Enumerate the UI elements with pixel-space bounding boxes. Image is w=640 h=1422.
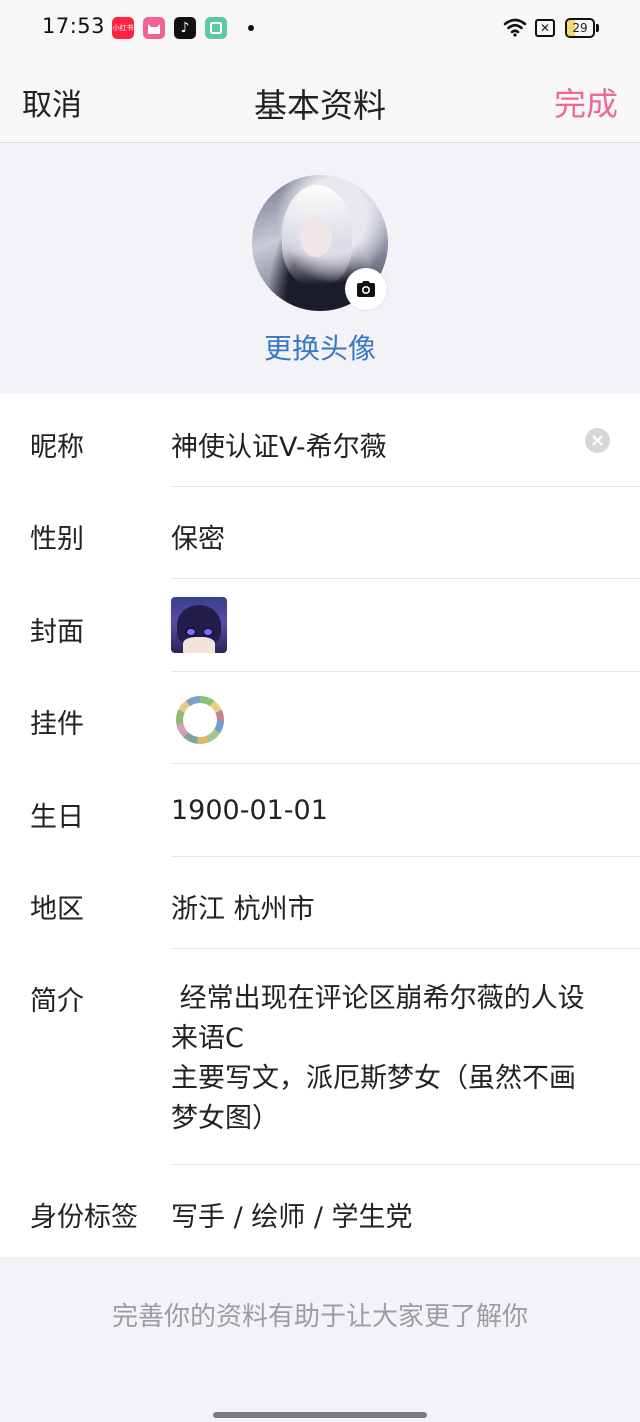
page-title: 基本资料 xyxy=(254,86,386,125)
home-indicator[interactable] xyxy=(213,1412,427,1418)
no-sim-icon: ✕ xyxy=(535,19,555,37)
pink-cat-app-icon xyxy=(143,17,165,39)
profile-form: 昵称 神使认证V-希尔薇 × 性别 保密 封面 挂件 生日 1900-01-01… xyxy=(0,394,640,1257)
notification-dot-icon xyxy=(248,25,254,31)
cover-image[interactable] xyxy=(171,597,227,653)
footer-tip: 完善你的资料有助于让大家更了解你 xyxy=(111,1302,528,1332)
battery-tip xyxy=(596,24,599,32)
identity-value[interactable]: 写手 / 绘师 / 学生党 xyxy=(171,1195,413,1234)
cancel-button[interactable]: 取消 xyxy=(22,80,82,124)
xiaohongshu-app-icon: 小红书 xyxy=(112,17,134,39)
region-label: 地区 xyxy=(30,894,84,925)
bio-row[interactable]: 简介 经常出现在评论区崩希尔薇的人设 来语C 主要写文，派厄斯梦女（虽然不画 梦… xyxy=(0,949,640,1165)
pendant-label: 挂件 xyxy=(30,709,84,740)
bio-line: 梦女图） xyxy=(171,1103,279,1134)
birthday-value[interactable]: 1900-01-01 xyxy=(171,795,328,826)
birthday-label: 生日 xyxy=(30,802,84,833)
cover-eye xyxy=(185,627,197,637)
clear-icon[interactable]: × xyxy=(585,428,610,453)
avatar-section: 更换头像 xyxy=(0,143,640,394)
pendant-frame-icon[interactable] xyxy=(176,696,224,744)
gender-value[interactable]: 保密 xyxy=(171,517,225,556)
bio-label: 简介 xyxy=(30,986,84,1017)
identity-row[interactable]: 身份标签 写手 / 绘师 / 学生党 xyxy=(0,1165,640,1257)
birthday-row[interactable]: 生日 1900-01-01 xyxy=(0,764,640,857)
nickname-label: 昵称 xyxy=(30,432,84,463)
cover-label: 封面 xyxy=(30,617,84,648)
avatar-face xyxy=(300,217,332,257)
status-bar: 17:53 小红书 ♪ ✕ 29 xyxy=(0,0,640,58)
nickname-input[interactable]: 神使认证V-希尔薇 xyxy=(171,425,387,464)
cover-row[interactable]: 封面 xyxy=(0,579,640,672)
change-avatar-link[interactable]: 更换头像 xyxy=(0,327,640,367)
bio-text[interactable]: 经常出现在评论区崩希尔薇的人设 来语C 主要写文，派厄斯梦女（虽然不画 梦女图） xyxy=(171,979,621,1139)
battery-level: 29 xyxy=(572,21,588,35)
bio-line: 来语C xyxy=(171,1023,244,1054)
bio-line: 主要写文，派厄斯梦女（虽然不画 xyxy=(171,1063,576,1094)
done-button[interactable]: 完成 xyxy=(554,79,618,125)
nav-bar: 取消 基本资料 完成 xyxy=(0,58,640,143)
identity-label: 身份标签 xyxy=(30,1202,138,1233)
book-app-icon xyxy=(205,17,227,39)
wifi-icon xyxy=(503,18,527,37)
status-time: 17:53 xyxy=(42,14,106,38)
gender-row[interactable]: 性别 保密 xyxy=(0,487,640,579)
gender-label: 性别 xyxy=(30,524,84,555)
tiktok-app-icon: ♪ xyxy=(174,17,196,39)
region-value[interactable]: 浙江 杭州市 xyxy=(171,887,315,926)
bio-line: 经常出现在评论区崩希尔薇的人设 xyxy=(171,983,585,1014)
cover-skin xyxy=(183,637,215,653)
camera-icon[interactable] xyxy=(345,268,387,310)
battery-icon: 29 xyxy=(565,18,595,38)
cover-eye xyxy=(202,627,214,637)
region-row[interactable]: 地区 浙江 杭州市 xyxy=(0,857,640,949)
nickname-row[interactable]: 昵称 神使认证V-希尔薇 × xyxy=(0,394,640,487)
pendant-row[interactable]: 挂件 xyxy=(0,672,640,764)
